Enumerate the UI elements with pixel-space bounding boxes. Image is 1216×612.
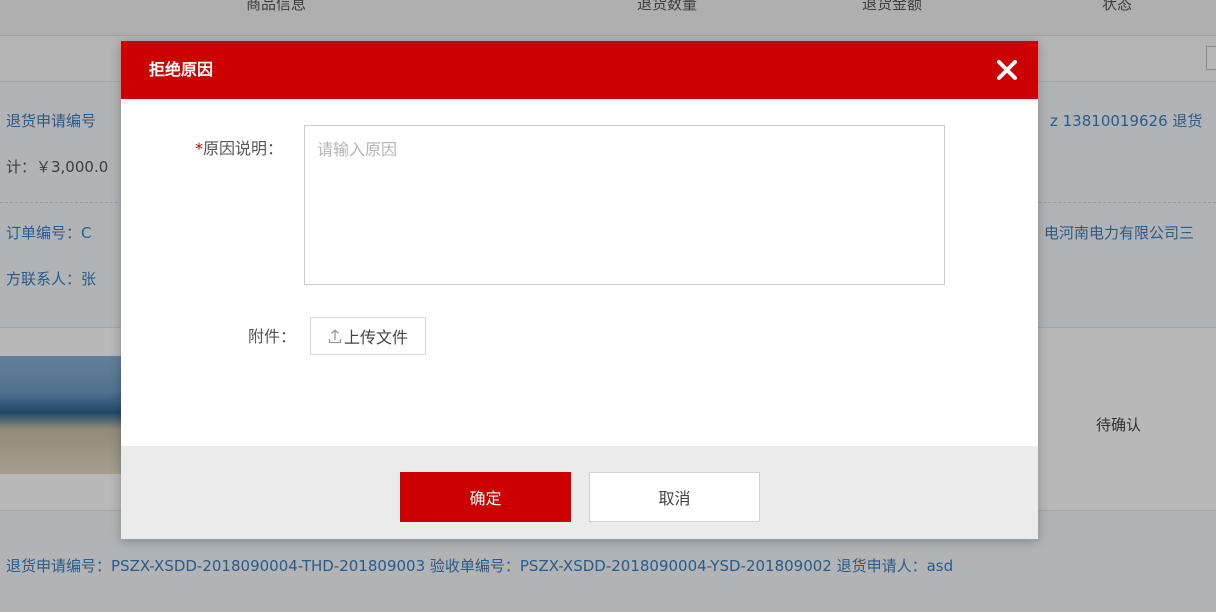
dialog-header: 拒绝原因 <box>121 41 1038 99</box>
reject-reason-dialog: 拒绝原因 *原因说明： 附件： 上传文件 确定 取消 <box>121 41 1038 539</box>
cancel-button[interactable]: 取消 <box>589 472 760 522</box>
dialog-footer: 确定 取消 <box>121 446 1038 539</box>
dialog-title: 拒绝原因 <box>149 60 214 79</box>
close-icon[interactable] <box>992 55 1022 85</box>
upload-label: 上传文件 <box>343 328 408 347</box>
required-mark: * <box>195 139 203 158</box>
confirm-button[interactable]: 确定 <box>400 472 571 522</box>
reason-label-text: 原因说明： <box>203 139 284 158</box>
upload-file-button[interactable]: 上传文件 <box>310 317 426 355</box>
upload-icon <box>328 328 342 344</box>
attachment-label: 附件： <box>248 327 297 346</box>
reason-label: *原因说明： <box>195 135 283 159</box>
reason-input[interactable] <box>304 125 945 285</box>
